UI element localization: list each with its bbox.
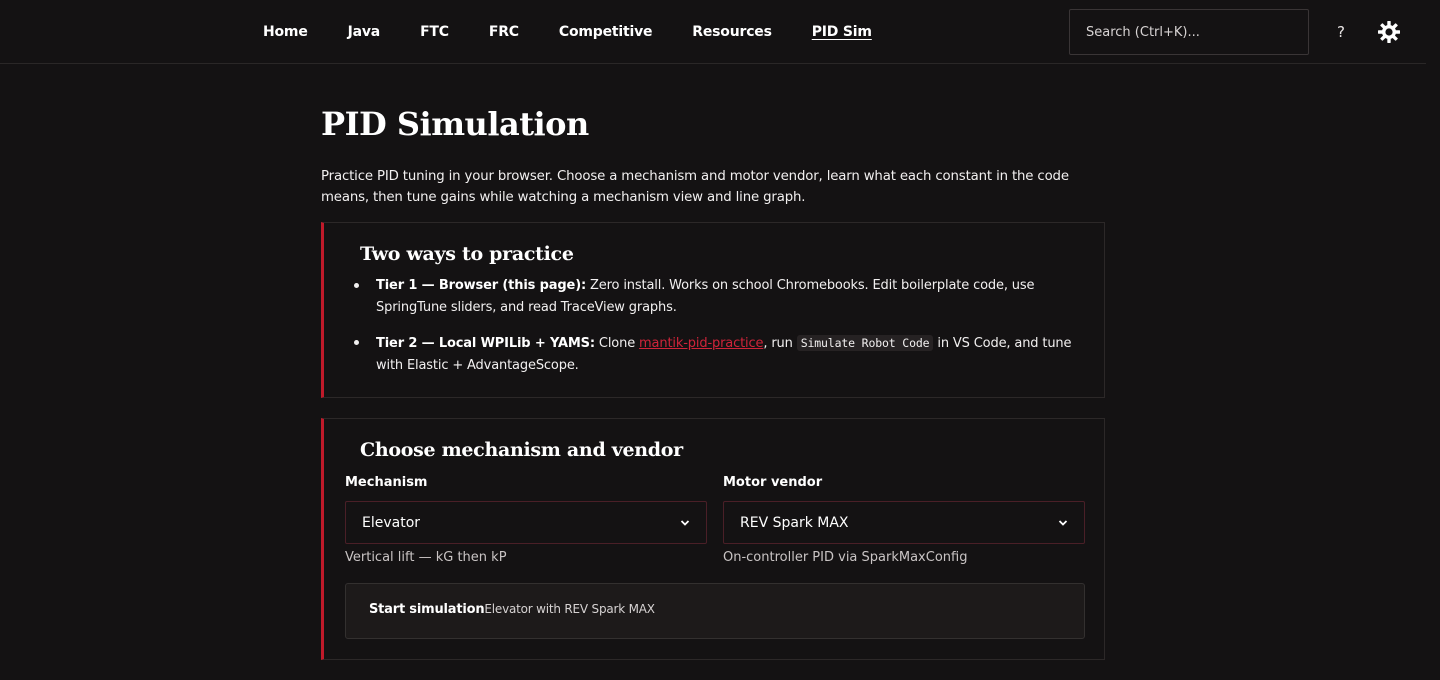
practice-callout: Two ways to practice Tier 1 — Browser (t…: [321, 222, 1105, 398]
sun-gear-icon: [1378, 21, 1400, 43]
search-input[interactable]: [1069, 9, 1309, 55]
practice-heading: Two ways to practice: [360, 243, 574, 265]
tier2-title: Tier 2 — Local WPILib + YAMS:: [376, 336, 595, 351]
chooser-card: Choose mechanism and vendor Mechanism El…: [321, 418, 1105, 660]
start-simulation-button[interactable]: Start simulation Elevator with REV Spark …: [345, 583, 1085, 639]
start-label: Start simulation: [369, 601, 485, 617]
vendor-label: Motor vendor: [723, 475, 823, 490]
list-item-tier2: Tier 2 — Local WPILib + YAMS: Clone mant…: [354, 332, 1076, 377]
list-item-tier1: Tier 1 — Browser (this page): Zero insta…: [354, 275, 1076, 319]
mechanism-hint: Vertical lift — kG then kP: [345, 550, 507, 565]
vendor-hint: On-controller PID via SparkMaxConfig: [723, 550, 968, 565]
mechanism-value: Elevator: [362, 514, 421, 531]
nav-competitive[interactable]: Competitive: [559, 24, 653, 40]
command-code: Simulate Robot Code: [796, 335, 934, 351]
vendor-select[interactable]: REV Spark MAX: [723, 501, 1085, 544]
nav-frc[interactable]: FRC: [489, 24, 519, 40]
intro-text: Practice PID tuning in your browser. Cho…: [321, 169, 1069, 205]
chevron-down-icon: [680, 519, 690, 526]
repo-link[interactable]: mantik-pid-practice: [639, 336, 763, 351]
tier2-pre: Clone: [594, 336, 640, 351]
main-nav: Home Java FTC FRC Competitive Resources …: [263, 0, 912, 64]
help-button[interactable]: ?: [1331, 20, 1351, 44]
theme-toggle-button[interactable]: [1377, 20, 1401, 44]
nav-pid-sim[interactable]: PID Sim: [812, 24, 872, 40]
tier2-mid: , run: [763, 336, 797, 351]
nav-java[interactable]: Java: [348, 24, 381, 40]
chooser-heading: Choose mechanism and vendor: [360, 439, 683, 461]
nav-home[interactable]: Home: [263, 24, 308, 40]
start-subtitle: Elevator with REV Spark MAX: [484, 602, 655, 616]
page-title: PID Simulation: [321, 105, 589, 143]
tier1-title: Tier 1 — Browser (this page):: [376, 278, 587, 293]
vendor-value: REV Spark MAX: [740, 514, 849, 531]
nav-ftc[interactable]: FTC: [420, 24, 449, 40]
chevron-down-icon: [1058, 519, 1068, 526]
nav-resources[interactable]: Resources: [692, 24, 772, 40]
mechanism-label: Mechanism: [345, 475, 428, 490]
mechanism-select[interactable]: Elevator: [345, 501, 707, 544]
practice-list: Tier 1 — Browser (this page): Zero insta…: [354, 275, 1076, 390]
top-navbar: Home Java FTC FRC Competitive Resources …: [0, 0, 1426, 64]
main-content: PID Simulation Practice PID tuning in yo…: [321, 64, 1105, 660]
